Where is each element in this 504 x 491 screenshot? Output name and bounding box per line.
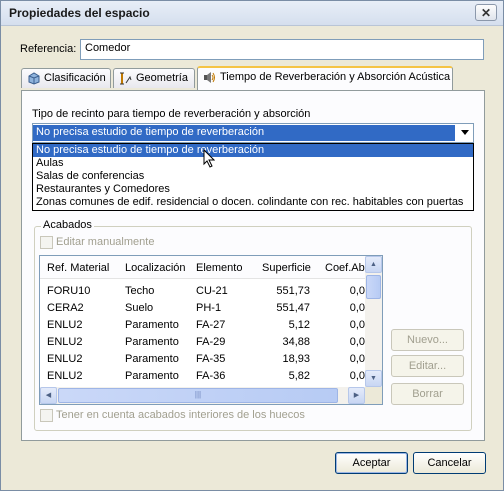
nuevo-button[interactable]: Nuevo... [391, 329, 464, 351]
editar-button[interactable]: Editar... [391, 355, 464, 377]
column-header[interactable]: Ref. Material [47, 262, 109, 274]
cell-elemento: FA-29 [196, 336, 226, 348]
cell-localizacion: Techo [125, 285, 155, 297]
reverb-type-select[interactable]: No precisa estudio de tiempo de reverber… [32, 123, 474, 143]
tab-clasificacion[interactable]: Clasificación [21, 68, 111, 88]
cell-localizacion: Paramento [125, 336, 179, 348]
close-button[interactable]: ✕ [475, 4, 497, 21]
reverb-type-value: No precisa estudio de tiempo de reverber… [33, 125, 455, 141]
table-row[interactable]: ENLU2 Paramento FA-35 18,93 0,0 [40, 351, 365, 368]
dimension-icon [120, 72, 132, 85]
cell-superficie: 5,82 [288, 370, 310, 382]
cell-localizacion: Paramento [125, 353, 179, 365]
cell-coef: 0,0 [349, 285, 365, 297]
reverb-type-dropdown: No precisa estudio de tiempo de reverber… [32, 143, 474, 211]
cancelar-button[interactable]: Cancelar [413, 452, 486, 474]
column-header[interactable]: Localización [125, 262, 186, 274]
scroll-corner [365, 387, 382, 404]
cube-icon [28, 72, 40, 85]
table-row[interactable]: ENLU2 Paramento FA-27 5,12 0,0 [40, 317, 365, 334]
title-bar[interactable]: Propiedades del espacio ✕ [1, 1, 503, 26]
window-title: Propiedades del espacio [9, 6, 150, 20]
cell-coef: 0,0 [349, 353, 365, 365]
table-row[interactable]: ENLU2 Paramento FA-29 34,88 0,0 [40, 334, 365, 351]
table-header: Ref. Material Localización Elemento Supe… [40, 256, 365, 279]
cell-material: ENLU2 [47, 353, 83, 365]
speaker-icon [204, 72, 215, 83]
referencia-input[interactable]: Comedor [80, 39, 484, 60]
vertical-scrollbar[interactable]: ▲ ▼ [365, 256, 382, 387]
cell-material: ENLU2 [47, 370, 83, 382]
table-row[interactable]: FORU10 Techo CU-21 551,73 0,0 [40, 283, 365, 300]
cell-superficie: 34,88 [282, 336, 310, 348]
cell-localizacion: Paramento [125, 319, 179, 331]
huecos-label: Tener en cuenta acabados interiores de l… [56, 409, 305, 421]
dialog-window: Propiedades del espacio ✕ Referencia: Co… [0, 0, 504, 491]
borrar-button[interactable]: Borrar [391, 383, 464, 405]
horizontal-scrollbar[interactable]: ◀ ||| ▶ [40, 387, 365, 404]
acabados-table[interactable]: Ref. Material Localización Elemento Supe… [39, 255, 383, 405]
scroll-left-icon[interactable]: ◀ [40, 387, 57, 404]
chevron-down-icon [461, 130, 469, 135]
cell-localizacion: Paramento [125, 370, 179, 382]
acabados-title: Acabados [41, 219, 94, 231]
table-row[interactable]: ENLU2 Paramento FA-36 5,82 0,0 [40, 368, 365, 385]
tab-geometria[interactable]: Geometría [113, 68, 195, 88]
edit-manual-checkbox[interactable] [40, 236, 53, 249]
huecos-checkbox[interactable] [40, 409, 53, 422]
scroll-down-icon[interactable]: ▼ [365, 370, 382, 387]
tab-label: Clasificación [44, 72, 106, 84]
column-header[interactable]: Coef.Ab [325, 262, 365, 274]
dropdown-option[interactable]: Restaurantes y Comedores [33, 183, 473, 196]
referencia-label: Referencia: [20, 43, 77, 55]
mouse-cursor-icon [203, 149, 215, 168]
cell-superficie: 5,12 [288, 319, 310, 331]
close-icon: ✕ [480, 6, 492, 20]
dropdown-option[interactable]: No precisa estudio de tiempo de reverber… [33, 144, 473, 157]
scroll-up-icon[interactable]: ▲ [365, 256, 382, 273]
cell-elemento: FA-27 [196, 319, 226, 331]
column-header[interactable]: Superficie [262, 262, 311, 274]
dropdown-option[interactable]: Aulas [33, 157, 473, 170]
tab-tiempo-reverberacion[interactable]: Tiempo de Reverberación y Absorción Acús… [197, 66, 453, 90]
cell-localizacion: Suelo [125, 302, 154, 314]
cell-material: ENLU2 [47, 319, 83, 331]
cell-material: ENLU2 [47, 336, 83, 348]
cell-elemento: FA-35 [196, 353, 226, 365]
cell-elemento: CU-21 [196, 285, 228, 297]
column-header[interactable]: Elemento [196, 262, 242, 274]
cell-coef: 0,0 [349, 319, 365, 331]
referencia-value: Comedor [85, 42, 131, 54]
scroll-thumb[interactable]: ||| [58, 388, 338, 403]
tab-label: Tiempo de Reverberación y Absorción Acús… [220, 71, 451, 83]
cell-superficie: 551,73 [276, 285, 310, 297]
aceptar-button[interactable]: Aceptar [335, 452, 408, 474]
dropdown-option[interactable]: Zonas comunes de edif. residencial o doc… [33, 196, 473, 209]
scroll-thumb[interactable] [366, 275, 381, 299]
edit-manual-label: Editar manualmente [56, 236, 155, 248]
cell-coef: 0,0 [349, 302, 365, 314]
table-row[interactable]: CERA2 Suelo PH-1 551,47 0,0 [40, 300, 365, 317]
cell-material: CERA2 [47, 302, 84, 314]
cell-coef: 0,0 [349, 370, 365, 382]
cell-elemento: FA-36 [196, 370, 226, 382]
tab-label: Geometría [136, 72, 188, 84]
cell-material: FORU10 [47, 285, 91, 297]
scroll-right-icon[interactable]: ▶ [348, 387, 365, 404]
dropdown-option[interactable]: Salas de conferencias [33, 170, 473, 183]
cell-coef: 0,0 [349, 336, 365, 348]
cell-superficie: 18,93 [282, 353, 310, 365]
cell-elemento: PH-1 [196, 302, 222, 314]
reverb-type-label: Tipo de recinto para tiempo de reverbera… [32, 108, 311, 120]
cell-superficie: 551,47 [276, 302, 310, 314]
